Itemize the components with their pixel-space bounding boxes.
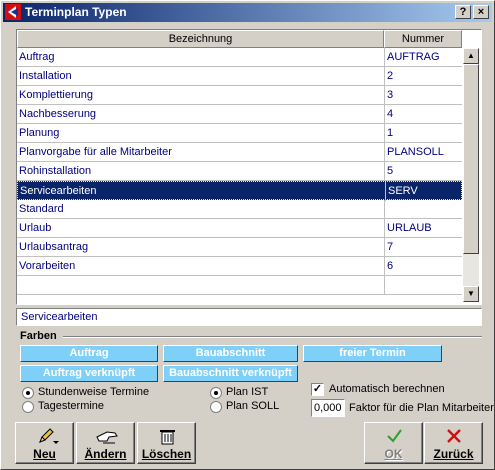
loeschen-label: Löschen [141, 447, 192, 461]
column-separator [384, 67, 385, 86]
color-auftrag-verknuepft-button[interactable]: Auftrag verknüpft [20, 365, 158, 382]
cell-bezeichnung: Standard [19, 203, 64, 215]
cell-bezeichnung: Planung [19, 127, 60, 139]
help-button[interactable]: ? [455, 5, 471, 19]
neu-label: Neu [33, 447, 56, 461]
cell-bezeichnung: Auftrag [19, 51, 55, 63]
cell-nummer: 2 [387, 70, 394, 82]
column-separator [384, 48, 385, 67]
types-grid: Bezeichnung Nummer Auftrag AUFTRAG Install… [16, 29, 482, 305]
cell-bezeichnung: Servicearbeiten [20, 185, 97, 197]
color-bauabschnitt-button[interactable]: Bauabschnitt [163, 345, 298, 362]
close-x-icon [447, 429, 461, 443]
table-row[interactable]: Vorarbeiten 6 [17, 257, 462, 276]
cell-bezeichnung: Installation [19, 70, 72, 82]
table-row[interactable]: Planung 1 [17, 124, 462, 143]
table-row[interactable]: Standard [17, 200, 462, 219]
title-bar: Terminplan Typen ? × [3, 3, 492, 22]
scroll-thumb[interactable] [463, 64, 479, 254]
table-row[interactable] [17, 276, 462, 295]
table-row[interactable]: Rohinstallation 5 [17, 162, 462, 181]
edit-hand-icon [96, 431, 118, 444]
cell-nummer: AUFTRAG [387, 51, 440, 63]
radio-stundenweise-label: Stundenweise Termine [38, 386, 150, 398]
zurueck-label: Zurück [433, 447, 474, 461]
color-auftrag-button[interactable]: Auftrag [20, 345, 158, 362]
aendern-button[interactable]: Ändern [76, 422, 135, 464]
table-row[interactable]: Installation 2 [17, 67, 462, 86]
ok-label: OK [384, 447, 403, 461]
loeschen-button[interactable]: Löschen [137, 422, 196, 464]
column-separator [384, 143, 385, 162]
trash-icon [160, 430, 175, 445]
cell-nummer: PLANSOLL [387, 146, 444, 158]
vertical-scrollbar[interactable]: ▲ ▼ [463, 48, 479, 302]
radio-dot-icon [22, 401, 34, 413]
cell-nummer: 3 [387, 89, 394, 101]
column-separator [384, 276, 385, 295]
window-title: Terminplan Typen [25, 5, 127, 19]
cell-nummer: 4 [387, 108, 394, 120]
cell-bezeichnung: Urlaub [19, 222, 52, 234]
column-separator [384, 124, 385, 143]
pencil-icon [39, 428, 59, 444]
column-separator [385, 182, 386, 201]
radio-dot-icon [210, 401, 222, 413]
scroll-down-icon[interactable]: ▼ [463, 286, 479, 302]
column-separator [384, 238, 385, 257]
cell-bezeichnung: Planvorgabe für alle Mitarbeiter [19, 146, 172, 158]
table-row[interactable]: Komplettierung 3 [17, 86, 462, 105]
table-row[interactable]: Urlaub URLAUB [17, 219, 462, 238]
column-header-nummer[interactable]: Nummer [384, 30, 462, 48]
table-row[interactable]: Nachbesserung 4 [17, 105, 462, 124]
radio-tagestermine-label: Tagestermine [38, 400, 105, 412]
farben-group-label: Farben [20, 330, 57, 342]
checkmark-icon: ✓ [311, 383, 324, 396]
radio-dot-icon [210, 387, 222, 399]
column-separator [384, 219, 385, 238]
cell-bezeichnung: Rohinstallation [19, 165, 92, 177]
neu-button[interactable]: Neu [15, 422, 74, 464]
radio-plan-soll-label: Plan SOLL [226, 400, 280, 412]
column-header-bezeichnung[interactable]: Bezeichnung [17, 30, 384, 48]
color-freier-termin-button[interactable]: freier Termin [303, 345, 442, 362]
dialog-window: Terminplan Typen ? × Bezeichnung Nummer … [0, 0, 495, 470]
radio-dot-icon [22, 387, 34, 399]
factor-label: Faktor für die Plan Mitarbeiter [349, 402, 494, 414]
app-logo-icon [5, 4, 21, 20]
column-separator [384, 105, 385, 124]
column-separator [384, 200, 385, 219]
radio-plan-ist-label: Plan IST [226, 386, 269, 398]
farben-divider [63, 336, 482, 338]
column-separator [384, 86, 385, 105]
color-bauabschnitt-verknuepft-button[interactable]: Bauabschnitt verknüpft [163, 365, 298, 382]
cell-bezeichnung: Nachbesserung [19, 108, 97, 120]
selected-type-field[interactable]: Servicearbeiten [16, 308, 482, 326]
table-row[interactable]: Auftrag AUFTRAG [17, 48, 462, 67]
zurueck-button[interactable]: Zurück [424, 422, 483, 464]
table-row[interactable]: Urlaubsantrag 7 [17, 238, 462, 257]
column-separator [384, 257, 385, 276]
cell-bezeichnung: Vorarbeiten [19, 260, 76, 272]
ok-button[interactable]: OK [364, 422, 423, 464]
cell-nummer: 1 [387, 127, 394, 139]
table-row[interactable]: Planvorgabe für alle Mitarbeiter PLANSOLL [17, 143, 462, 162]
cell-nummer: 5 [387, 165, 394, 177]
close-button[interactable]: × [473, 5, 489, 19]
grid-rows: Auftrag AUFTRAG Installation 2 Komplettierun… [17, 48, 462, 295]
cell-nummer: 7 [387, 241, 394, 253]
cell-nummer: 6 [387, 260, 394, 272]
table-row[interactable]: Servicearbeiten SERV [17, 181, 462, 201]
cell-nummer: SERV [388, 185, 418, 197]
scroll-up-icon[interactable]: ▲ [463, 48, 479, 64]
column-separator [384, 162, 385, 181]
auto-berechnen-label: Automatisch berechnen [329, 383, 445, 395]
cell-bezeichnung: Komplettierung [19, 89, 93, 101]
checkmark-icon [387, 429, 402, 443]
cell-nummer: URLAUB [387, 222, 432, 234]
factor-input[interactable]: 0,000 [311, 399, 345, 417]
cell-bezeichnung: Urlaubsantrag [19, 241, 89, 253]
aendern-label: Ändern [84, 447, 127, 461]
